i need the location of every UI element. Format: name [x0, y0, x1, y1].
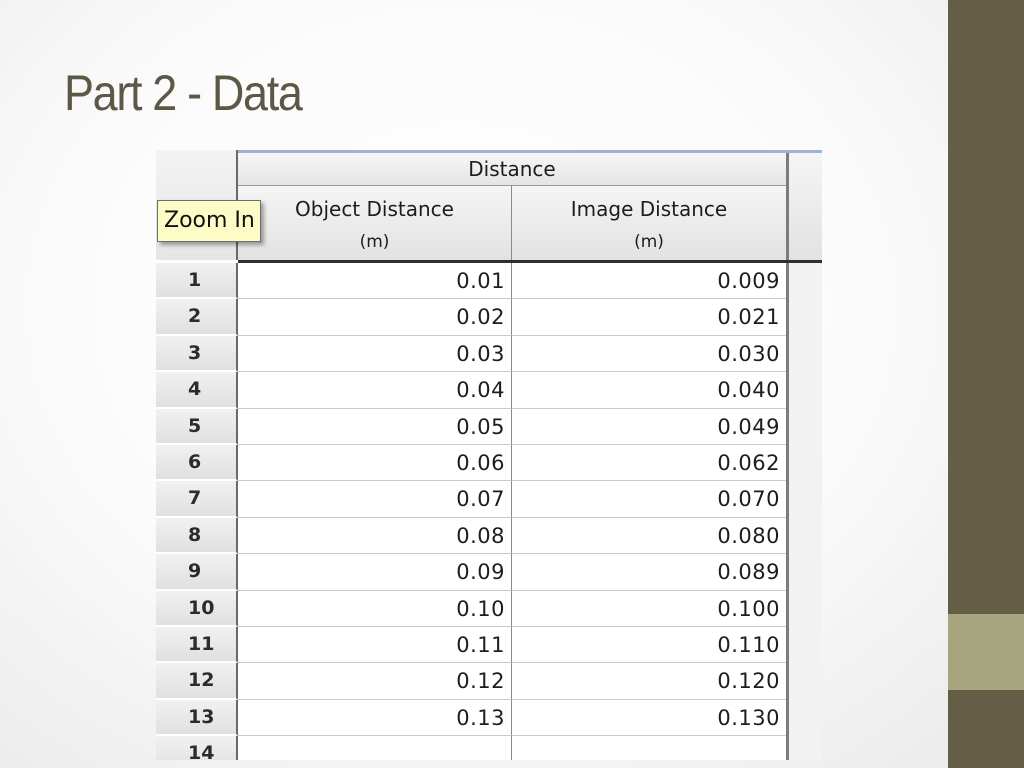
- table-row[interactable]: 14: [156, 736, 786, 760]
- row-number[interactable]: 11: [156, 626, 238, 664]
- table-row[interactable]: 4 0.04 0.040: [156, 372, 786, 409]
- row-number[interactable]: 1: [156, 263, 238, 300]
- zoom-in-tooltip: Zoom In: [157, 200, 261, 242]
- cell-object-distance[interactable]: 0.08: [238, 517, 512, 555]
- cell-object-distance[interactable]: 0.13: [238, 699, 512, 737]
- cell-object-distance[interactable]: 0.11: [238, 626, 512, 664]
- table-row[interactable]: 11 0.11 0.110: [156, 626, 786, 664]
- column-header-label: Object Distance: [295, 197, 454, 221]
- cell-image-distance[interactable]: 0.049: [512, 409, 786, 445]
- cell-image-distance[interactable]: 0.062: [512, 445, 786, 482]
- empty-column-body: [789, 263, 822, 760]
- row-number[interactable]: 2: [156, 299, 238, 336]
- cell-image-distance[interactable]: 0.100: [512, 591, 786, 627]
- column-header-label: Image Distance: [570, 197, 728, 221]
- cell-object-distance[interactable]: 0.10: [238, 590, 512, 627]
- cell-object-distance[interactable]: 0.07: [238, 481, 512, 518]
- cell-image-distance[interactable]: 0.120: [512, 663, 786, 700]
- table-row[interactable]: 3 0.03 0.030: [156, 335, 786, 373]
- column-header-unit: (m): [359, 232, 390, 252]
- table-row[interactable]: 9 0.09 0.089: [156, 554, 786, 591]
- table-row[interactable]: 6 0.06 0.062: [156, 444, 786, 482]
- table-row[interactable]: 8 0.08 0.080: [156, 517, 786, 555]
- table-row[interactable]: 5 0.05 0.049: [156, 408, 786, 445]
- decorative-sidebar-accent: [948, 614, 1024, 690]
- column-header-unit: (m): [634, 232, 664, 252]
- table-row[interactable]: 1 0.01 0.009: [156, 263, 786, 300]
- row-number[interactable]: 10: [156, 590, 238, 627]
- table-row[interactable]: 12 0.12 0.120: [156, 663, 786, 700]
- row-number[interactable]: 9: [156, 554, 238, 591]
- row-number[interactable]: 14: [156, 736, 238, 760]
- cell-image-distance[interactable]: 0.040: [512, 372, 786, 409]
- cell-image-distance[interactable]: 0.080: [512, 518, 786, 555]
- row-number[interactable]: 13: [156, 699, 238, 737]
- cell-image-distance[interactable]: 0.110: [512, 627, 786, 664]
- row-number[interactable]: 6: [156, 444, 238, 482]
- cell-image-distance[interactable]: 0.089: [512, 554, 786, 591]
- empty-column-header[interactable]: [789, 153, 822, 260]
- cell-object-distance[interactable]: [238, 736, 512, 760]
- cell-image-distance[interactable]: [512, 736, 786, 760]
- column-header-object-distance[interactable]: Object Distance (m): [238, 186, 512, 260]
- row-number[interactable]: 7: [156, 481, 238, 518]
- table-row[interactable]: 7 0.07 0.070: [156, 481, 786, 518]
- column-header-image-distance[interactable]: Image Distance (m): [512, 186, 786, 260]
- group-header-distance[interactable]: Distance: [238, 153, 786, 186]
- cell-object-distance[interactable]: 0.02: [238, 299, 512, 336]
- row-number[interactable]: 12: [156, 663, 238, 700]
- cell-image-distance[interactable]: 0.030: [512, 336, 786, 373]
- cell-object-distance[interactable]: 0.09: [238, 554, 512, 591]
- row-number[interactable]: 4: [156, 372, 238, 409]
- cell-image-distance[interactable]: 0.021: [512, 299, 786, 336]
- row-number[interactable]: 3: [156, 335, 238, 373]
- slide-title: Part 2 - Data: [64, 65, 303, 121]
- table-row[interactable]: 10 0.10 0.100: [156, 590, 786, 627]
- cell-image-distance[interactable]: 0.070: [512, 481, 786, 518]
- cell-object-distance[interactable]: 0.01: [238, 263, 512, 300]
- cell-object-distance[interactable]: 0.03: [238, 335, 512, 373]
- cell-object-distance[interactable]: 0.12: [238, 663, 512, 700]
- cell-object-distance[interactable]: 0.06: [238, 444, 512, 482]
- cell-object-distance[interactable]: 0.05: [238, 408, 512, 445]
- cell-image-distance[interactable]: 0.130: [512, 700, 786, 737]
- table-row[interactable]: 2 0.02 0.021: [156, 299, 786, 336]
- cell-object-distance[interactable]: 0.04: [238, 372, 512, 409]
- row-number[interactable]: 5: [156, 408, 238, 445]
- table-row[interactable]: 13 0.13 0.130: [156, 699, 786, 737]
- cell-image-distance[interactable]: 0.009: [512, 263, 786, 300]
- table-body: 1 0.01 0.009 2 0.02 0.021 3 0.03 0.030 4…: [156, 263, 786, 760]
- row-number[interactable]: 8: [156, 517, 238, 555]
